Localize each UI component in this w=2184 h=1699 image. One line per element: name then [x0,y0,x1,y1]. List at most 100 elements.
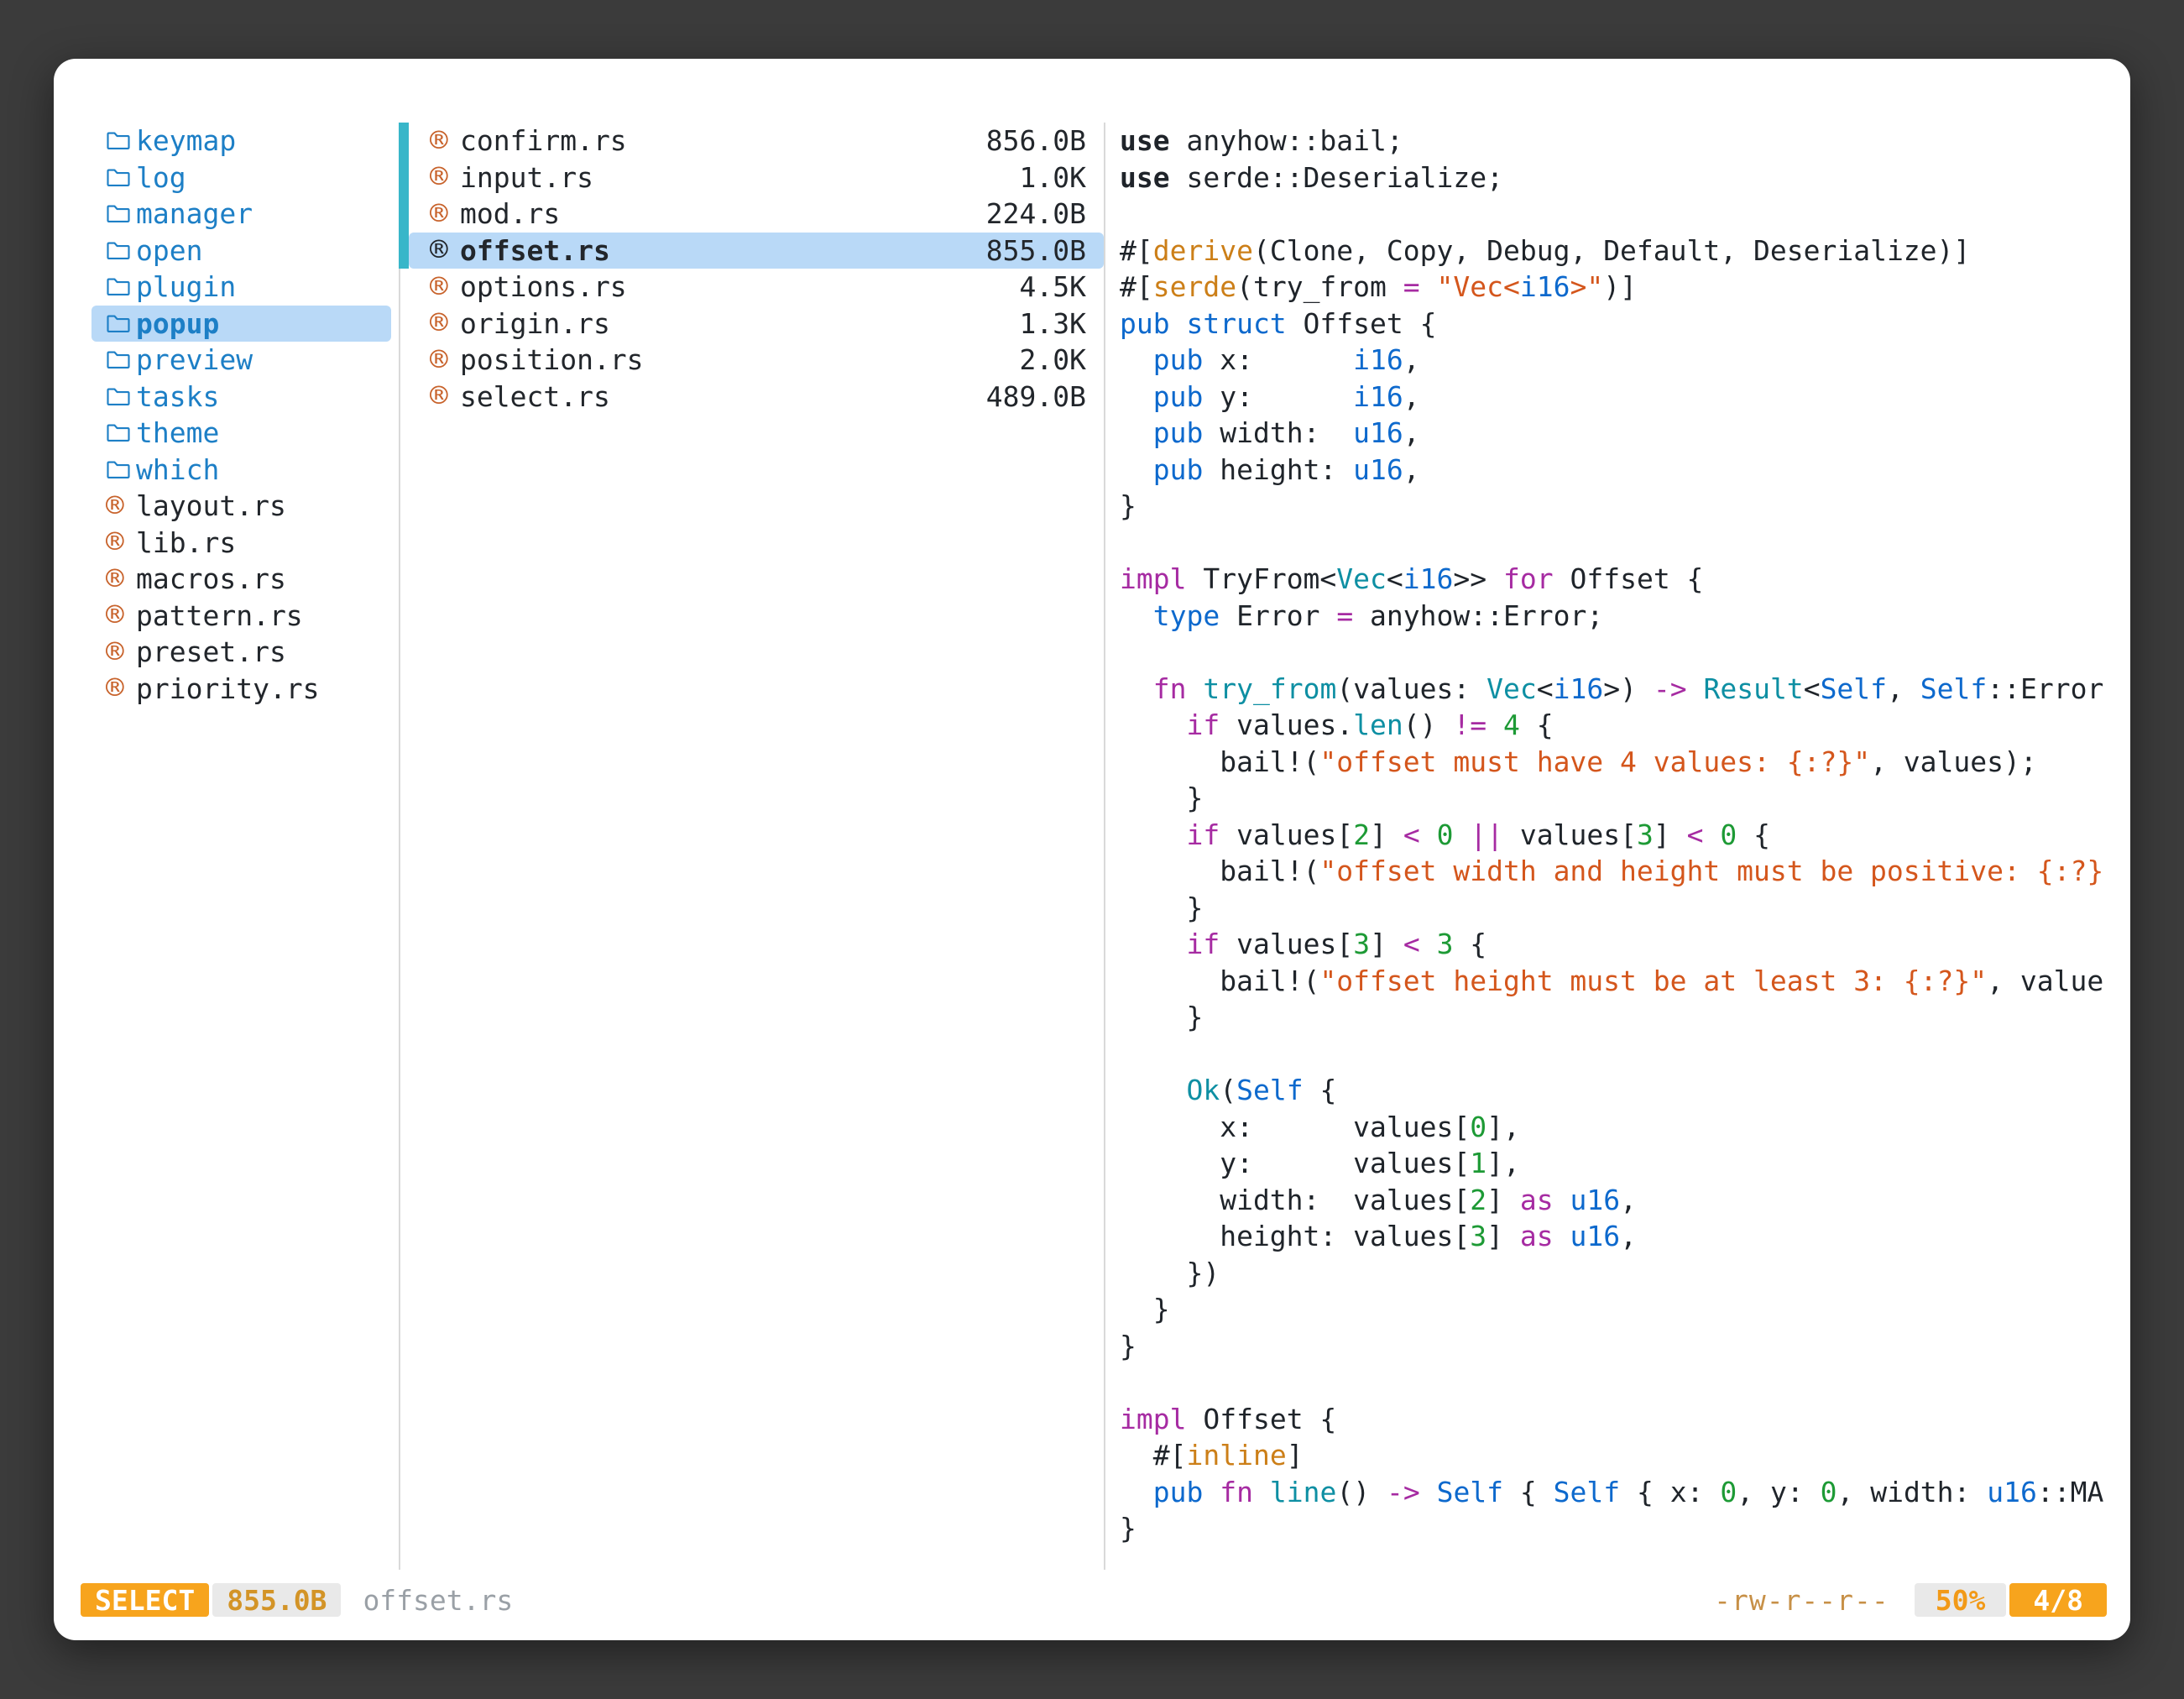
rust-file-icon: ® [430,345,460,375]
code-token: use [1120,124,1170,157]
sidebar-item-log[interactable]: log [91,159,391,196]
sidebar-item-label: log [136,161,186,194]
file-row-input-rs[interactable]: ®input.rs1.0K [399,159,1104,196]
sidebar-item-theme[interactable]: theme [91,415,391,452]
file-name: confirm.rs [460,124,627,157]
code-token: ] [1486,1220,1520,1252]
file-name: select.rs [460,380,610,413]
file-row-confirm-rs[interactable]: ®confirm.rs856.0B [399,123,1104,159]
rust-file-icon: ® [430,162,460,192]
sidebar-item-preset-rs[interactable]: ®preset.rs [91,634,391,671]
code-token [1203,1476,1220,1508]
file-row-mod-rs[interactable]: ®mod.rs224.0B [399,196,1104,233]
code-line [1120,196,2122,233]
code-token: 0 [1720,818,1737,851]
sidebar-item-manager[interactable]: manager [91,196,391,233]
code-token: { [1520,708,1554,741]
code-token: u16 [1570,1220,1620,1252]
code-token: { [1453,928,1486,960]
code-token: { [1503,1476,1554,1508]
code-token: anyhow::bail; [1170,124,1403,157]
code-token: width: [1203,416,1353,449]
sidebar-item-macros-rs[interactable]: ®macros.rs [91,561,391,598]
code-token: 2 [1470,1184,1486,1216]
code-token: y: values[ [1120,1147,1470,1179]
code-token: pub [1153,1476,1204,1508]
sidebar-item-label: priority.rs [136,672,320,705]
code-token: as [1520,1220,1554,1252]
sidebar-item-open[interactable]: open [91,233,391,269]
file-row-body: ®options.rs4.5K [409,269,1104,306]
code-token [1453,818,1470,851]
file-row-select-rs[interactable]: ®select.rs489.0B [399,379,1104,416]
code-token [1120,380,1153,413]
file-size: 1.3K [1020,307,1086,340]
file-row-origin-rs[interactable]: ®origin.rs1.3K [399,306,1104,342]
code-line: type Error = anyhow::Error; [1120,598,2122,635]
code-token: { x: [1620,1476,1720,1508]
code-token: Vec [1486,672,1537,705]
file-row-body: ®position.rs2.0K [409,342,1104,379]
code-token: < [1403,928,1420,960]
file-name: origin.rs [460,307,610,340]
code-token: ] [1486,1184,1520,1216]
sidebar-item-label: macros.rs [136,562,286,595]
code-token: , [1403,380,1420,413]
code-token: -> [1654,672,1687,705]
sidebar-item-lib-rs[interactable]: ®lib.rs [91,525,391,562]
file-row-body: ®input.rs1.0K [409,159,1104,196]
code-token: impl [1120,562,1186,595]
sidebar-item-priority-rs[interactable]: ®priority.rs [91,671,391,708]
file-row-position-rs[interactable]: ®position.rs2.0K [399,342,1104,379]
code-token [1120,928,1186,960]
code-token: pub [1153,453,1204,486]
sidebar-item-which[interactable]: which [91,452,391,489]
code-token [1420,1476,1437,1508]
code-token: bail!( [1120,745,1319,778]
sidebar-item-popup[interactable]: popup [91,306,391,342]
sidebar-item-layout-rs[interactable]: ®layout.rs [91,488,391,525]
code-line: height: values[3] as u16, [1120,1218,2122,1255]
code-token: serde::Deserialize; [1170,161,1503,194]
file-size: 224.0B [986,197,1086,230]
rust-file-icon: ® [106,600,136,630]
sidebar-item-label: pattern.rs [136,599,303,632]
file-row-body: ®confirm.rs856.0B [409,123,1104,159]
code-token [1420,818,1437,851]
selection-marker [399,306,409,342]
folder-icon [106,349,136,370]
code-token: { [1737,818,1770,851]
code-token: u16 [1987,1476,2037,1508]
code-token: 0 [1821,1476,1837,1508]
code-token: Offset { [1554,562,1704,595]
code-token: }) [1120,1257,1220,1289]
file-size: 4.5K [1020,270,1086,303]
code-token: Self [1437,1476,1503,1508]
file-row-offset-rs[interactable]: ®offset.rs855.0B [399,233,1104,269]
file-name: mod.rs [460,197,560,230]
sidebar-item-pattern-rs[interactable]: ®pattern.rs [91,598,391,635]
sidebar-item-keymap[interactable]: keymap [91,123,391,159]
code-token: , [1403,416,1420,449]
code-token [1187,672,1204,705]
rust-file-icon: ® [106,564,136,594]
sidebar-item-preview[interactable]: preview [91,342,391,379]
sidebar-item-label: preview [136,343,253,376]
code-token: x: values[ [1120,1111,1470,1143]
sidebar-item-plugin[interactable]: plugin [91,269,391,306]
code-line: Ok(Self { [1120,1072,2122,1109]
code-token: TryFrom< [1186,562,1336,595]
folder-icon [106,203,136,224]
code-token: (values: [1336,672,1486,705]
file-row-body: ®select.rs489.0B [409,379,1104,416]
sidebar-item-label: theme [136,416,219,449]
folder-icon [106,130,136,151]
folder-icon [106,386,136,407]
file-name: options.rs [460,270,627,303]
code-line: pub struct Offset { [1120,306,2122,342]
file-row-options-rs[interactable]: ®options.rs4.5K [399,269,1104,306]
code-token: || [1470,818,1503,851]
code-token: Error [1220,599,1336,632]
cursor-position-badge: 4/8 [2009,1583,2107,1617]
sidebar-item-tasks[interactable]: tasks [91,379,391,416]
